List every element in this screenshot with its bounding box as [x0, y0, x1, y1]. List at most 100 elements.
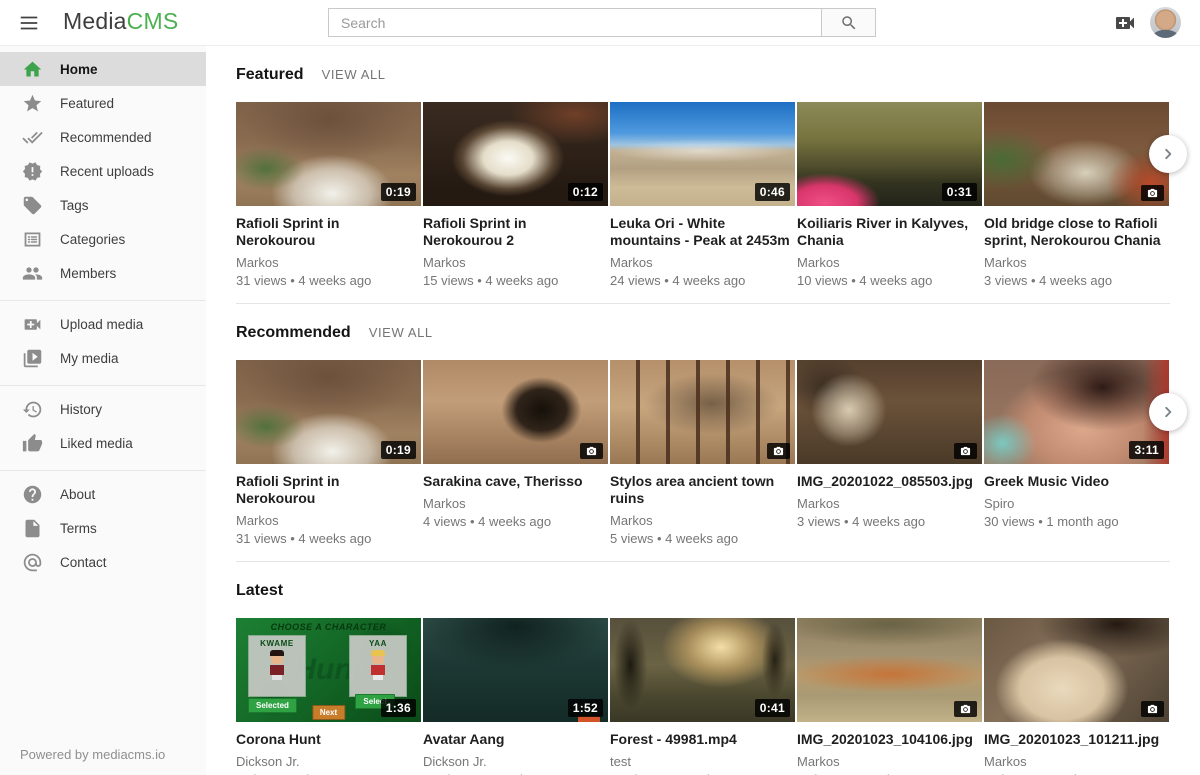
at-icon [22, 552, 43, 573]
home-icon [22, 59, 43, 80]
sidebar-item-members[interactable]: Members [0, 256, 206, 290]
sidebar-item-my-media[interactable]: My media [0, 341, 206, 375]
media-author-link[interactable]: Markos [797, 496, 982, 512]
media-views-date: 10 views • 4 weeks ago [797, 273, 982, 289]
media-thumbnail[interactable] [797, 360, 982, 464]
sidebar-group: Upload media My media [0, 301, 206, 386]
media-title-link[interactable]: Leuka Ori - White mountains - Peak at 24… [610, 215, 795, 249]
media-thumbnail[interactable]: 0:19 [236, 360, 421, 464]
media-title-link[interactable]: Forest - 49981.mp4 [610, 731, 795, 748]
media-title-link[interactable]: Koiliaris River in Kalyves, Chania [797, 215, 982, 249]
media-author-link[interactable]: Dickson Jr. [423, 754, 608, 770]
media-author-link[interactable]: Markos [797, 255, 982, 271]
top-header: MediaCMS [0, 0, 1200, 46]
user-avatar[interactable] [1150, 7, 1181, 38]
brand-part-cms: CMS [127, 8, 179, 34]
search-bar [328, 8, 876, 37]
sidebar-item-label: About [60, 487, 95, 502]
media-thumbnail[interactable]: 1:52 [423, 618, 608, 722]
media-title-link[interactable]: Greek Music Video [984, 473, 1169, 490]
media-thumbnail[interactable] [984, 618, 1169, 722]
media-title-link[interactable]: Stylos area ancient town ruins [610, 473, 795, 507]
media-thumbnail[interactable]: 0:19 [236, 102, 421, 206]
sidebar-item-recent-uploads[interactable]: Recent uploads [0, 154, 206, 188]
media-thumbnail[interactable] [610, 360, 795, 464]
sidebar-item-label: Featured [60, 96, 114, 111]
media-author-link[interactable]: Markos [984, 255, 1169, 271]
brand-logo[interactable]: MediaCMS [63, 8, 178, 35]
sidebar-item-home[interactable]: Home [0, 52, 206, 86]
media-thumbnail[interactable]: 0:12 [423, 102, 608, 206]
media-author-link[interactable]: Markos [610, 255, 795, 271]
upload-media-button[interactable] [1112, 11, 1138, 35]
media-author-link[interactable]: Markos [423, 496, 608, 512]
help-icon [22, 484, 43, 505]
media-author-link[interactable]: Markos [236, 513, 421, 529]
sidebar-item-featured[interactable]: Featured [0, 86, 206, 120]
media-card: 0:19 Rafioli Sprint in Nerokourou Markos… [236, 360, 421, 547]
duration-badge: 3:11 [1129, 441, 1164, 459]
media-thumbnail[interactable]: 0:41 [610, 618, 795, 722]
media-thumbnail[interactable]: 0:31 [797, 102, 982, 206]
sidebar-item-label: Members [60, 266, 116, 281]
media-title-link[interactable]: IMG_20201023_104106.jpg [797, 731, 982, 748]
game-button-next: Next [312, 705, 345, 720]
view-all-link[interactable]: VIEW ALL [322, 67, 386, 82]
game-character-sprite [269, 653, 285, 683]
media-card: 0:31 Koiliaris River in Kalyves, Chania … [797, 102, 982, 289]
camera-icon [954, 443, 977, 459]
media-views-date: 4 views • 4 weeks ago [423, 514, 608, 530]
media-author-link[interactable]: Markos [984, 754, 1169, 770]
media-author-link[interactable]: Spiro [984, 496, 1169, 512]
menu-button[interactable] [16, 10, 42, 36]
media-author-link[interactable]: Dickson Jr. [236, 754, 421, 770]
duration-badge: 0:19 [381, 441, 416, 459]
media-card: 0:19 Rafioli Sprint in Nerokourou Markos… [236, 102, 421, 289]
media-title-link[interactable]: Rafioli Sprint in Nerokourou [236, 215, 421, 249]
sidebar-item-about[interactable]: About [0, 477, 206, 511]
sidebar-groups: Home Featured Recommended Recent uploads… [0, 46, 206, 589]
sidebar-item-contact[interactable]: Contact [0, 545, 206, 579]
sidebar-group: Home Featured Recommended Recent uploads… [0, 46, 206, 301]
media-thumbnail[interactable] [797, 618, 982, 722]
media-author-link[interactable]: Markos [610, 513, 795, 529]
next-page-button[interactable] [1149, 393, 1187, 431]
section-recommended: Recommended VIEW ALL 0:19 Rafioli Sprint… [236, 304, 1170, 562]
media-thumbnail[interactable]: 0:46 [610, 102, 795, 206]
sidebar-item-recommended[interactable]: Recommended [0, 120, 206, 154]
duration-badge: 0:19 [381, 183, 416, 201]
media-title-link[interactable]: Sarakina cave, Therisso [423, 473, 608, 490]
next-page-button[interactable] [1149, 135, 1187, 173]
view-all-link[interactable]: VIEW ALL [369, 325, 433, 340]
search-input[interactable] [329, 9, 821, 36]
media-author-link[interactable]: test [610, 754, 795, 770]
media-author-link[interactable]: Markos [423, 255, 608, 271]
sidebar-item-terms[interactable]: Terms [0, 511, 206, 545]
media-thumbnail[interactable]: 3:11 [984, 360, 1169, 464]
sidebar-item-categories[interactable]: Categories [0, 222, 206, 256]
media-title-link[interactable]: IMG_20201022_085503.jpg [797, 473, 982, 490]
media-thumbnail[interactable] [984, 102, 1169, 206]
sidebar-item-tags[interactable]: Tags [0, 188, 206, 222]
game-character-name: KWAME [249, 639, 305, 648]
search-button[interactable] [821, 9, 875, 36]
sidebar-item-history[interactable]: History [0, 392, 206, 426]
media-title-link[interactable]: Rafioli Sprint in Nerokourou 2 [423, 215, 608, 249]
media-title-link[interactable]: Old bridge close to Rafioli sprint, Nero… [984, 215, 1169, 249]
sidebar-item-label: Contact [60, 555, 107, 570]
sidebar-item-upload-media[interactable]: Upload media [0, 307, 206, 341]
media-title-link[interactable]: Rafioli Sprint in Nerokourou [236, 473, 421, 507]
media-title-link[interactable]: Corona Hunt [236, 731, 421, 748]
media-views-date: 5 views • 4 weeks ago [610, 531, 795, 547]
chevron-right-icon [1157, 401, 1179, 423]
media-thumbnail[interactable]: HuntCHOOSE A CHARACTERKWAMEYAASelectedNe… [236, 618, 421, 722]
powered-by-link[interactable]: Powered by mediacms.io [20, 747, 165, 762]
media-title-link[interactable]: Avatar Aang [423, 731, 608, 748]
sidebar-item-label: Liked media [60, 436, 133, 451]
media-thumbnail[interactable] [423, 360, 608, 464]
sidebar-item-liked-media[interactable]: Liked media [0, 426, 206, 460]
media-author-link[interactable]: Markos [236, 255, 421, 271]
media-card: Stylos area ancient town ruins Markos 5 … [610, 360, 795, 547]
media-author-link[interactable]: Markos [797, 754, 982, 770]
media-title-link[interactable]: IMG_20201023_101211.jpg [984, 731, 1169, 748]
